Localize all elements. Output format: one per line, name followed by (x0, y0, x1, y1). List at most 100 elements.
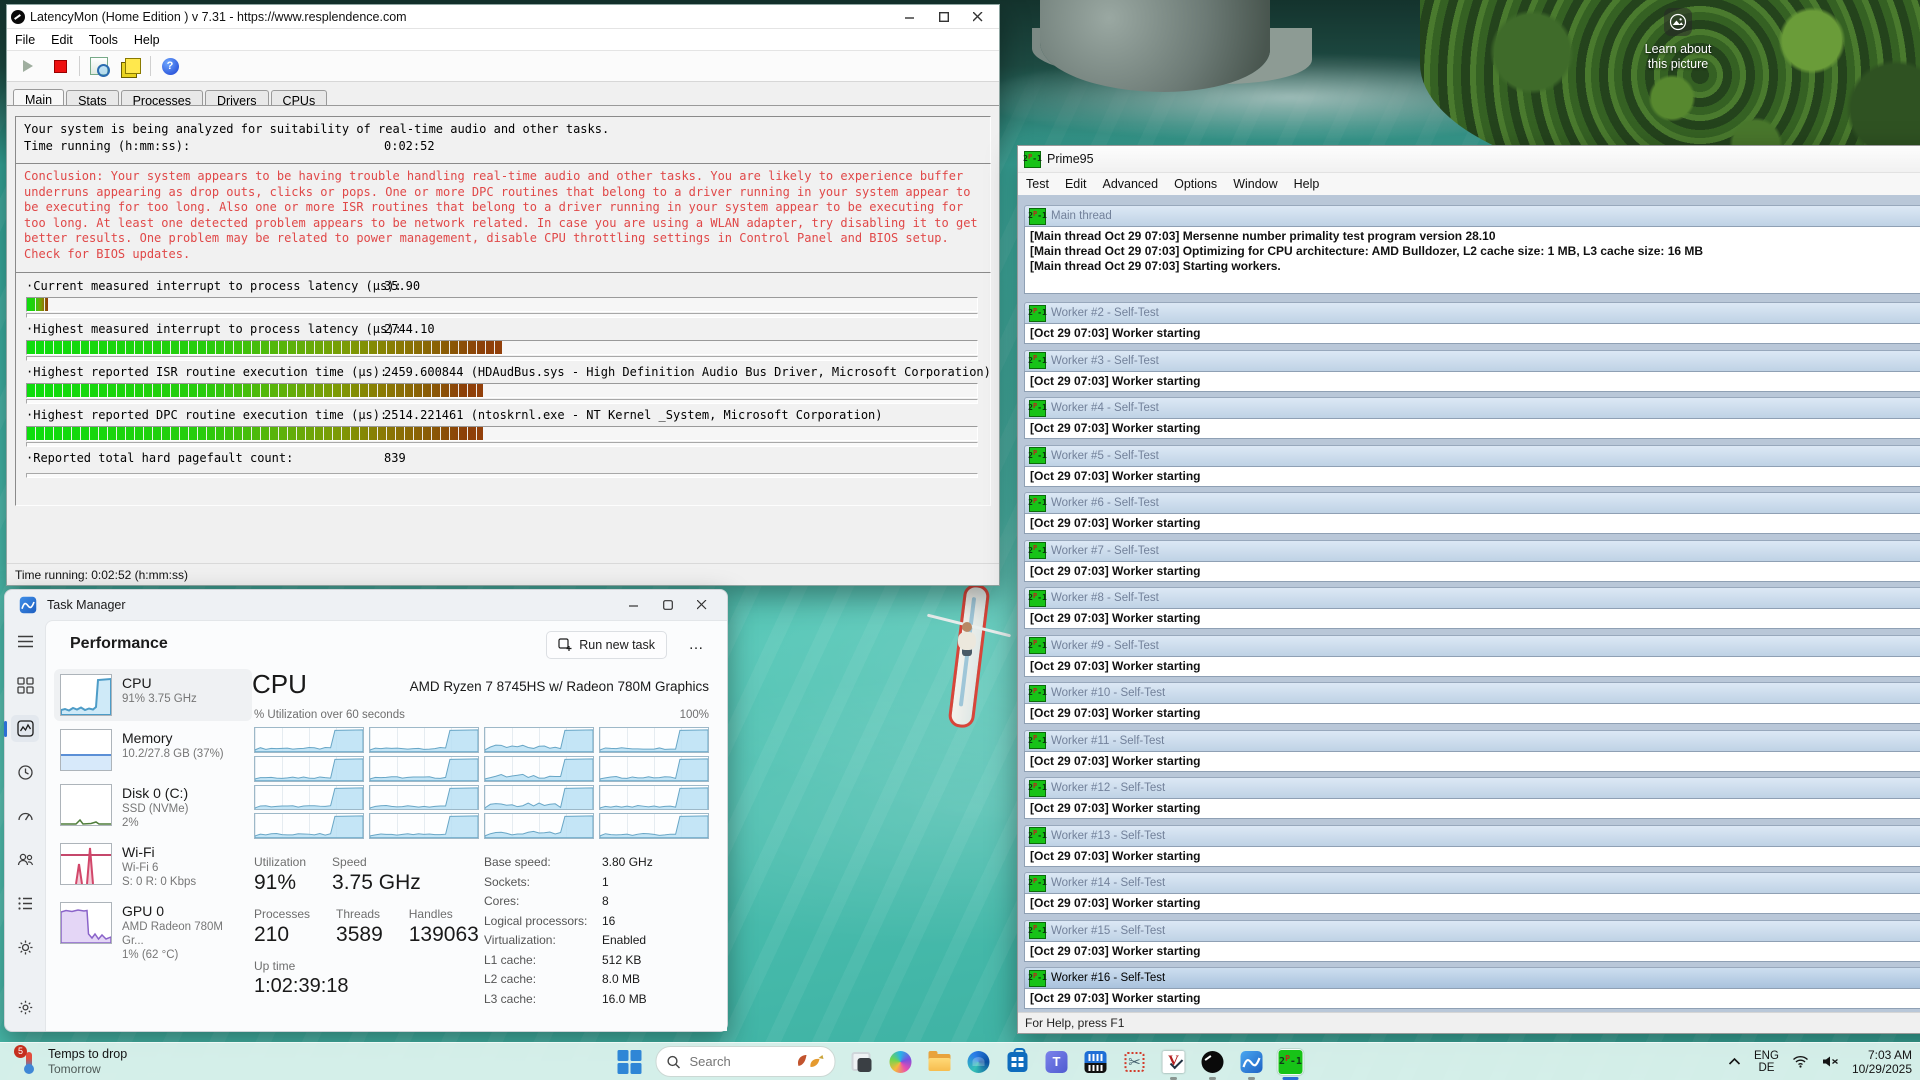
menu-tools[interactable]: Tools (81, 31, 126, 49)
menu-help[interactable]: Help (1286, 175, 1328, 193)
menu-help[interactable]: Help (126, 31, 168, 49)
worker-window[interactable]: 2P-1Worker #16 - Self-Test[Oct 29 07:03]… (1024, 967, 1920, 1009)
audio-app-taskbar-icon[interactable] (1083, 1049, 1109, 1075)
worker-window[interactable]: 2P-1Worker #3 - Self-Test[Oct 29 07:03] … (1024, 350, 1920, 392)
nav-performance-icon[interactable] (11, 715, 39, 742)
file-explorer-taskbar-icon[interactable] (927, 1049, 953, 1075)
maximize-button[interactable] (927, 7, 961, 27)
tray-chevron-icon[interactable] (1728, 1057, 1741, 1066)
wifi-icon[interactable] (1792, 1055, 1809, 1068)
task-view-taskbar-icon[interactable] (849, 1049, 875, 1075)
volume-muted-icon[interactable] (1822, 1055, 1839, 1068)
task-manager-taskbar-icon[interactable] (1239, 1049, 1265, 1075)
sidebar-item-wifi[interactable]: Wi-FiWi-Fi 6S: 0 R: 0 Kbps (54, 838, 252, 894)
worker-window[interactable]: 2P-1Worker #11 - Self-Test[Oct 29 07:03]… (1024, 730, 1920, 772)
sidebar-item-name: Memory (122, 729, 224, 747)
driver-report-icon[interactable] (86, 54, 112, 78)
menu-edit[interactable]: Edit (43, 31, 81, 49)
close-button[interactable] (961, 7, 995, 27)
nav-users-icon[interactable] (11, 846, 39, 873)
worker-titlebar[interactable]: 2P-1Worker #15 - Self-Test (1024, 920, 1920, 941)
run-new-task-button[interactable]: Run new task (546, 631, 667, 659)
worker-titlebar[interactable]: 2P-1Worker #7 - Self-Test (1024, 540, 1920, 561)
minimize-button[interactable] (893, 7, 927, 27)
worker-window[interactable]: 2P-1Worker #2 - Self-Test[Oct 29 07:03] … (1024, 302, 1920, 344)
more-options-button[interactable]: … (683, 631, 709, 657)
minimize-button[interactable] (617, 595, 651, 615)
search-box[interactable] (656, 1046, 836, 1077)
snipping-tool-taskbar-icon[interactable]: ✂ (1122, 1049, 1148, 1075)
store-taskbar-icon[interactable] (1005, 1049, 1031, 1075)
menu-edit[interactable]: Edit (1057, 175, 1095, 193)
worker-titlebar[interactable]: 2P-1Worker #16 - Self-Test (1024, 967, 1920, 988)
teams-taskbar-icon[interactable]: T (1044, 1049, 1070, 1075)
sidebar-item-gpu[interactable]: GPU 0AMD Radeon 780M Gr...1% (62 °C) (54, 897, 252, 967)
worker-titlebar[interactable]: 2P-1Worker #8 - Self-Test (1024, 587, 1920, 608)
worker-log-line: [Oct 29 07:03] Worker starting (1024, 513, 1920, 534)
worker-window[interactable]: 2P-1Worker #15 - Self-Test[Oct 29 07:03]… (1024, 920, 1920, 962)
edge-taskbar-icon[interactable] (966, 1049, 992, 1075)
stop-monitor-button[interactable] (47, 54, 73, 78)
menu-advanced[interactable]: Advanced (1094, 175, 1166, 193)
worker-window[interactable]: 2P-1Worker #6 - Self-Test[Oct 29 07:03] … (1024, 492, 1920, 534)
sidebar-item-cpu[interactable]: CPU91% 3.75 GHz (54, 669, 252, 721)
worker-window[interactable]: 2P-1Worker #12 - Self-Test[Oct 29 07:03]… (1024, 777, 1920, 819)
latencymon-titlebar[interactable]: LatencyMon (Home Edition ) v 7.31 - http… (7, 5, 999, 28)
worker-window[interactable]: 2P-1Worker #7 - Self-Test[Oct 29 07:03] … (1024, 540, 1920, 582)
start-monitor-button[interactable] (15, 54, 41, 78)
search-input[interactable] (688, 1053, 764, 1070)
worker-titlebar[interactable]: 2P-1Worker #6 - Self-Test (1024, 492, 1920, 513)
sidebar-item-disk[interactable]: Disk 0 (C:)SSD (NVMe)2% (54, 779, 252, 835)
maximize-button[interactable] (651, 595, 685, 615)
worker-titlebar[interactable]: 2P-1Worker #11 - Self-Test (1024, 730, 1920, 751)
language-indicator[interactable]: ENG DE (1754, 1050, 1779, 1074)
driver-verifier-taskbar-icon[interactable]: V (1161, 1049, 1187, 1075)
worker-window[interactable]: 2P-1Worker #14 - Self-Test[Oct 29 07:03]… (1024, 872, 1920, 914)
main-thread-window[interactable]: 2P-1 Main thread [Main thread Oct 29 07:… (1024, 205, 1920, 294)
settings-gear-icon[interactable] (11, 994, 39, 1021)
task-manager-titlebar[interactable]: Task Manager (5, 590, 727, 620)
prime95-titlebar[interactable]: 2P-1 Prime95 (1018, 146, 1920, 172)
worker-window[interactable]: 2P-1Worker #4 - Self-Test[Oct 29 07:03] … (1024, 397, 1920, 439)
nav-details-icon[interactable] (11, 890, 39, 917)
menu-file[interactable]: File (7, 31, 43, 49)
worker-titlebar[interactable]: 2P-1Worker #2 - Self-Test (1024, 302, 1920, 323)
nav-services-icon[interactable] (11, 934, 39, 961)
prime95-mdi-area: 2P-1 Main thread [Main thread Oct 29 07:… (1018, 195, 1920, 1013)
worker-titlebar[interactable]: 2P-1Worker #3 - Self-Test (1024, 350, 1920, 371)
menu-options[interactable]: Options (1166, 175, 1225, 193)
copilot-taskbar-icon[interactable] (888, 1049, 914, 1075)
worker-window[interactable]: 2P-1Worker #9 - Self-Test[Oct 29 07:03] … (1024, 635, 1920, 677)
worker-window[interactable]: 2P-1Worker #5 - Self-Test[Oct 29 07:03] … (1024, 445, 1920, 487)
hamburger-menu-icon[interactable] (11, 628, 39, 655)
sidebar-item-memory[interactable]: Memory10.2/27.8 GB (37%) (54, 724, 252, 776)
weather-widget[interactable]: 5 Temps to drop Tomorrow (10, 1045, 135, 1078)
copy-report-icon[interactable] (118, 54, 144, 78)
menu-window[interactable]: Window (1225, 175, 1285, 193)
menu-test[interactable]: Test (1018, 175, 1057, 193)
per-core-utilization-grid[interactable] (254, 727, 709, 839)
main-thread-log: [Main thread Oct 29 07:03] Mersenne numb… (1024, 226, 1920, 294)
spotlight-widget[interactable]: Learn about this picture (1638, 8, 1718, 72)
worker-titlebar[interactable]: 2P-1Worker #10 - Self-Test (1024, 682, 1920, 703)
help-icon[interactable] (157, 54, 183, 78)
worker-window[interactable]: 2P-1Worker #13 - Self-Test[Oct 29 07:03]… (1024, 825, 1920, 867)
prime95-taskbar-icon[interactable]: 2P-1 (1278, 1049, 1304, 1075)
main-thread-titlebar[interactable]: 2P-1 Main thread (1024, 205, 1920, 226)
nav-app-history-icon[interactable] (11, 759, 39, 786)
nav-processes-icon[interactable] (11, 672, 39, 699)
worker-window[interactable]: 2P-1Worker #8 - Self-Test[Oct 29 07:03] … (1024, 587, 1920, 629)
start-button[interactable] (617, 1049, 643, 1075)
close-button[interactable] (685, 595, 719, 615)
clock[interactable]: 7:03 AM 10/29/2025 (1852, 1048, 1912, 1076)
worker-window[interactable]: 2P-1Worker #10 - Self-Test[Oct 29 07:03]… (1024, 682, 1920, 724)
worker-titlebar[interactable]: 2P-1Worker #12 - Self-Test (1024, 777, 1920, 798)
worker-titlebar[interactable]: 2P-1Worker #14 - Self-Test (1024, 872, 1920, 893)
worker-titlebar[interactable]: 2P-1Worker #5 - Self-Test (1024, 445, 1920, 466)
latencymon-taskbar-icon[interactable] (1200, 1049, 1226, 1075)
picture-icon[interactable] (1664, 8, 1692, 36)
nav-startup-apps-icon[interactable] (11, 803, 39, 830)
worker-titlebar[interactable]: 2P-1Worker #13 - Self-Test (1024, 825, 1920, 846)
worker-titlebar[interactable]: 2P-1Worker #9 - Self-Test (1024, 635, 1920, 656)
worker-titlebar[interactable]: 2P-1Worker #4 - Self-Test (1024, 397, 1920, 418)
